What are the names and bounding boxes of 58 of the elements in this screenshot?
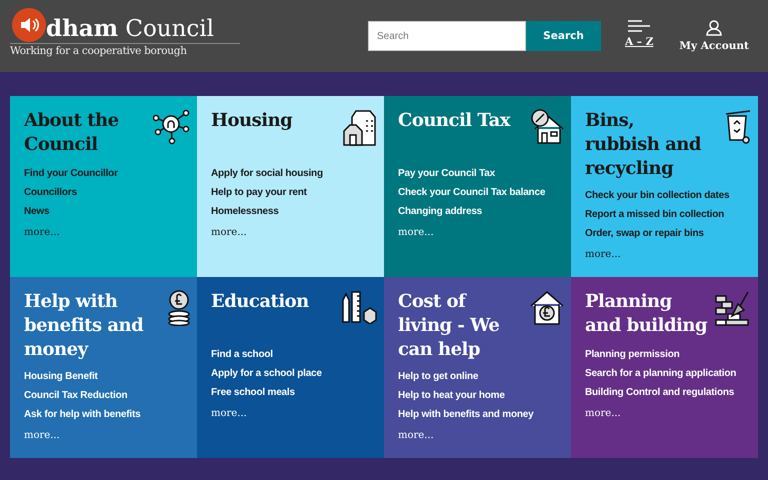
tile-link[interactable]: Help to get online bbox=[398, 370, 565, 383]
ruler-pencil-icon bbox=[340, 290, 378, 324]
network-icon bbox=[153, 109, 191, 145]
tile-link[interactable]: Help to heat your home bbox=[398, 389, 565, 402]
tile-title: Council Tax bbox=[398, 109, 512, 133]
more-link[interactable]: more... bbox=[398, 430, 565, 441]
more-link[interactable]: more... bbox=[398, 227, 565, 238]
tile-link[interactable]: Find a school bbox=[211, 348, 378, 361]
tile-link[interactable]: Councillors bbox=[24, 186, 191, 199]
tile-title: Housing bbox=[211, 109, 294, 133]
tile-link[interactable]: Order, swap or repair bins bbox=[585, 227, 752, 240]
more-link[interactable]: more... bbox=[24, 227, 191, 238]
tile-link[interactable]: Planning permission bbox=[585, 348, 752, 361]
speaker-button[interactable] bbox=[12, 8, 46, 42]
tile-link[interactable]: Apply for social housing bbox=[211, 167, 378, 180]
tile-link[interactable]: Help to pay your rent bbox=[211, 186, 378, 199]
my-account-link[interactable]: My Account bbox=[679, 20, 749, 52]
tile-link[interactable]: Building Control and regulations bbox=[585, 386, 752, 399]
tile-link[interactable]: Report a missed bin collection bbox=[585, 208, 752, 221]
bricks-trowel-icon bbox=[714, 290, 752, 326]
tile-title: Education bbox=[211, 290, 310, 314]
tile-link[interactable]: News bbox=[24, 205, 191, 218]
coins-icon bbox=[167, 290, 191, 326]
house-percent-icon bbox=[529, 109, 565, 145]
more-link[interactable]: more... bbox=[211, 408, 378, 419]
menu-icon bbox=[628, 20, 650, 32]
more-link[interactable]: more... bbox=[24, 430, 191, 441]
tile-link[interactable]: Homelessness bbox=[211, 205, 378, 218]
more-link[interactable]: more... bbox=[585, 408, 752, 419]
tile-title: Bins, rubbish and recycling bbox=[585, 109, 702, 181]
council-logo[interactable]: dham Council bbox=[10, 16, 240, 42]
tile-link[interactable]: Check your Council Tax balance bbox=[398, 186, 565, 199]
tile-link[interactable]: Housing Benefit bbox=[24, 370, 191, 383]
logo-tagline: Working for a cooperative borough bbox=[10, 42, 240, 56]
house-pound-icon bbox=[529, 290, 565, 326]
tile-link[interactable]: Check your bin collection dates bbox=[585, 189, 752, 202]
tile-link[interactable]: Changing address bbox=[398, 205, 565, 218]
tile-link[interactable]: Pay your Council Tax bbox=[398, 167, 565, 180]
tile-link[interactable]: Search for a planning application bbox=[585, 367, 752, 380]
a-z-link[interactable]: A – Z bbox=[625, 20, 654, 52]
tile-title: Cost of living - We can help bbox=[398, 290, 500, 362]
user-icon bbox=[706, 20, 722, 36]
tile-link[interactable]: Help with benefits and money bbox=[398, 408, 565, 421]
search-field[interactable]: Search bbox=[368, 21, 526, 51]
tile-link[interactable]: Apply for a school place bbox=[211, 367, 378, 380]
speaker-icon bbox=[19, 16, 39, 32]
more-link[interactable]: more... bbox=[585, 249, 752, 260]
tile-link[interactable]: Ask for help with benefits bbox=[24, 408, 191, 421]
search-button[interactable]: Search bbox=[526, 21, 601, 51]
tile-link[interactable]: Find your Councillor bbox=[24, 167, 191, 180]
tile-title: About the Council bbox=[24, 109, 120, 157]
tile-link[interactable]: Free school meals bbox=[211, 386, 378, 399]
more-link[interactable]: more... bbox=[211, 227, 378, 238]
tile-link[interactable]: Council Tax Reduction bbox=[24, 389, 191, 402]
buildings-icon bbox=[342, 109, 378, 147]
recycling-bin-icon bbox=[724, 109, 752, 145]
tile-title: Planning and building bbox=[585, 290, 708, 338]
tile-title: Help with benefits and money bbox=[24, 290, 144, 362]
